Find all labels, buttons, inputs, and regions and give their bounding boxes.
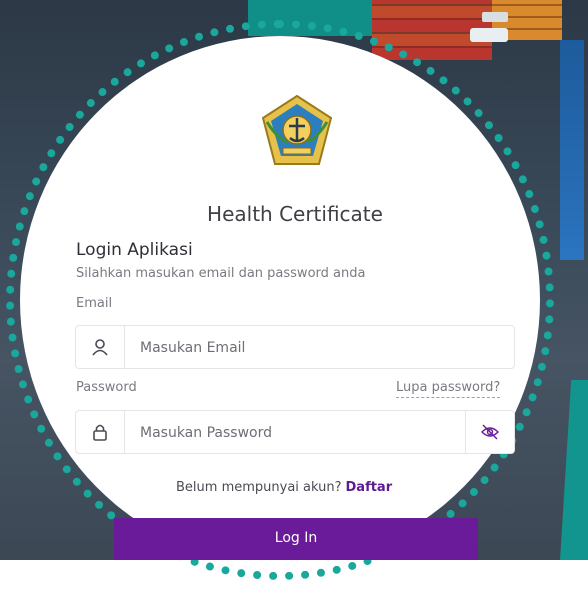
register-prompt: Belum mempunyai akun? bbox=[176, 480, 342, 495]
truck-small bbox=[482, 12, 508, 22]
login-subtitle: Silahkan masukan email dan password anda bbox=[76, 266, 366, 281]
register-link[interactable]: Daftar bbox=[346, 480, 393, 495]
login-button[interactable]: Log In bbox=[114, 518, 478, 560]
truck bbox=[470, 28, 508, 42]
eye-slash-icon[interactable] bbox=[465, 411, 514, 453]
login-heading: Login Aplikasi bbox=[76, 240, 193, 260]
email-label: Email bbox=[76, 296, 113, 311]
password-label: Password bbox=[76, 380, 137, 395]
register-row: Belum mempunyai akun? Daftar bbox=[176, 480, 392, 495]
user-icon bbox=[76, 326, 125, 368]
password-input[interactable] bbox=[138, 421, 462, 445]
forgot-password-link[interactable]: Lupa password? bbox=[396, 380, 501, 398]
lock-icon bbox=[76, 411, 125, 453]
password-field[interactable] bbox=[75, 410, 515, 454]
app-title: Health Certificate bbox=[207, 202, 383, 226]
email-field[interactable] bbox=[75, 325, 515, 369]
crane bbox=[560, 40, 584, 260]
login-button-label: Log In bbox=[274, 530, 318, 546]
email-input[interactable] bbox=[138, 336, 462, 360]
emblem-logo bbox=[257, 92, 337, 172]
